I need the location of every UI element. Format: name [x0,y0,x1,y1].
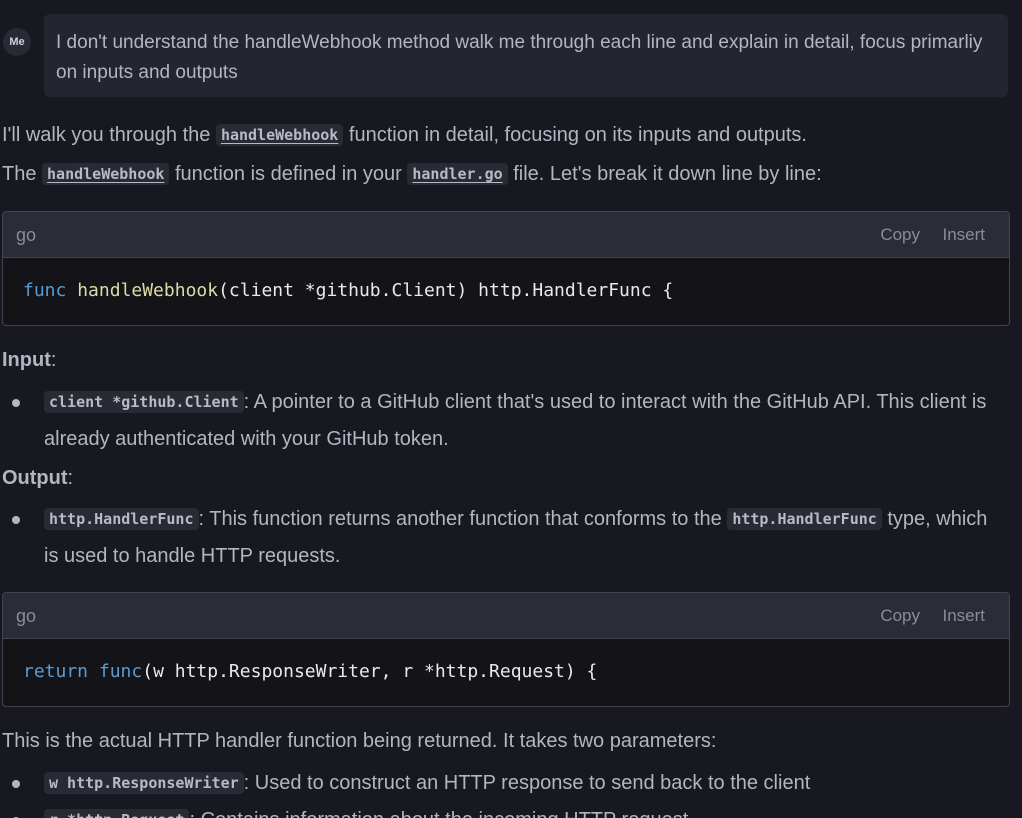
input-list-item: client *github.Client: A pointer to a Gi… [44,384,1004,458]
output-item-text-pre: : This function returns another function… [198,508,728,530]
handlewebhook-code-link-2[interactable]: handleWebhook [42,163,170,185]
insert-button[interactable]: Insert [942,225,985,245]
param-w-item: w http.ResponseWriter: Used to construct… [44,765,1004,802]
intro-1-pre: I'll walk you through the [2,124,216,146]
code-block-func-signature: go Copy Insert func handleWebhook(client… [2,211,1010,326]
copy-button[interactable]: Copy [880,225,920,245]
param-r-item: r *http.Request: Contains information ab… [44,802,1004,818]
code-line: func handleWebhook(client *github.Client… [23,280,673,301]
param-w-text: : Used to construct an HTTP response to … [243,772,811,794]
w-param-code: w http.ResponseWriter [44,772,244,794]
code-keyword: func [23,280,67,301]
handler-go-file-link[interactable]: handler.go [407,163,508,185]
user-avatar: Me [3,28,31,56]
input-heading: Input: [2,349,57,371]
insert-button[interactable]: Insert [942,606,985,626]
r-param-code: r *http.Request [44,809,190,818]
output-heading: Output: [2,467,74,489]
bullet-dot [12,516,20,524]
copy-button[interactable]: Copy [880,606,920,626]
code-block-header: go Copy Insert [3,593,1009,639]
client-param-code: client *github.Client [44,391,244,413]
handlerfunc-code: http.HandlerFunc [44,508,199,530]
intro-2-mid: function is defined in your [169,163,408,185]
code-rest: (client *github.Client) http.HandlerFunc… [218,280,674,301]
code-keyword: return [23,661,89,682]
user-message-bubble: I don't understand the handleWebhook met… [44,14,1008,97]
code-line: return func(w http.ResponseWriter, r *ht… [23,661,597,682]
intro-2-post: file. Let's break it down line by line: [507,163,822,185]
handlewebhook-code-link[interactable]: handleWebhook [215,124,344,146]
code-rest: (w http.ResponseWriter, r *http.Request)… [142,661,598,682]
code-function-name: handleWebhook [77,280,219,301]
code-language-label: go [16,225,37,245]
code-block-body: return func(w http.ResponseWriter, r *ht… [3,639,1009,706]
intro-2-pre: The [2,163,43,185]
code-block-return-func: go Copy Insert return func(w http.Respon… [2,592,1010,707]
handlerfunc-code-2: http.HandlerFunc [727,508,882,530]
code-keyword: func [98,661,143,682]
response-intro-line-2: The handleWebhook function is defined in… [2,163,822,186]
params-intro: This is the actual HTTP handler function… [2,730,717,752]
code-block-header: go Copy Insert [3,212,1009,258]
output-list-item: http.HandlerFunc: This function returns … [44,501,1004,575]
code-block-body: func handleWebhook(client *github.Client… [3,258,1009,325]
param-r-text: : Contains information about the incomin… [189,809,688,818]
code-language-label: go [16,606,37,626]
bullet-dot [12,780,20,788]
response-intro-line-1: I'll walk you through the handleWebhook … [2,124,807,147]
bullet-dot [12,399,20,407]
intro-1-post: function in detail, focusing on its inpu… [343,124,807,146]
chat-panel: Me I don't understand the handleWebhook … [0,0,1022,818]
